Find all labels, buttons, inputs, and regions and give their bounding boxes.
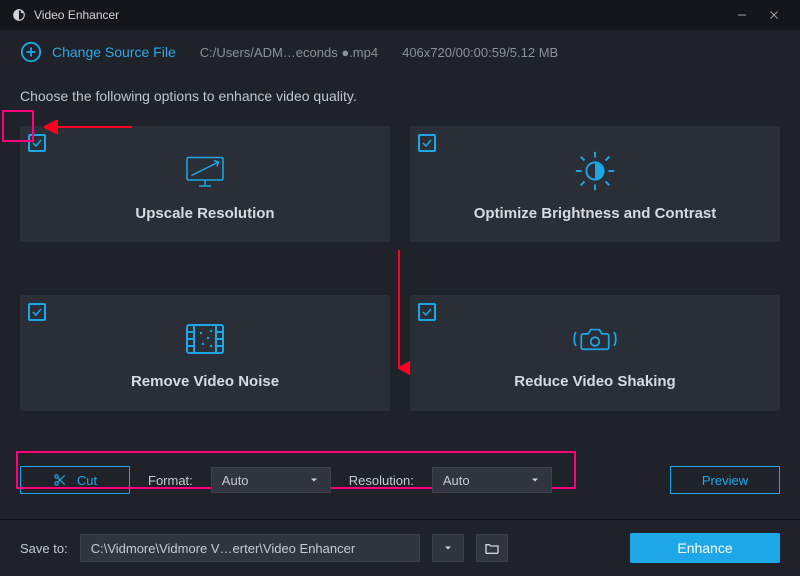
checkbox-brightness[interactable] xyxy=(418,134,436,152)
minimize-button[interactable] xyxy=(726,0,758,30)
monitor-up-icon xyxy=(181,147,229,195)
caret-down-icon xyxy=(308,474,320,486)
preview-label: Preview xyxy=(702,473,748,488)
bottom-bar: Save to: C:\Vidmore\Vidmore V…erter\Vide… xyxy=(0,520,800,576)
format-dropdown[interactable]: Auto xyxy=(211,467,331,493)
option-upscale-resolution[interactable]: Upscale Resolution xyxy=(20,126,390,242)
save-path-value: C:\Vidmore\Vidmore V…erter\Video Enhance… xyxy=(91,541,355,556)
folder-icon xyxy=(484,540,500,556)
option-label: Reduce Video Shaking xyxy=(514,373,675,390)
option-label: Remove Video Noise xyxy=(131,373,279,390)
brightness-icon xyxy=(571,147,619,195)
open-folder-button[interactable] xyxy=(476,534,508,562)
cut-button[interactable]: Cut xyxy=(20,466,130,494)
instruction-text: Choose the following options to enhance … xyxy=(0,74,800,108)
enhance-label: Enhance xyxy=(677,540,732,556)
change-source-button[interactable]: Change Source File xyxy=(20,41,176,63)
enhance-button[interactable]: Enhance xyxy=(630,533,780,563)
close-button[interactable] xyxy=(758,0,790,30)
plus-circle-icon xyxy=(20,41,42,63)
option-reduce-shaking[interactable]: Reduce Video Shaking xyxy=(410,295,780,411)
option-remove-noise[interactable]: Remove Video Noise xyxy=(20,295,390,411)
checkbox-upscale[interactable] xyxy=(28,134,46,152)
save-path-dropdown[interactable] xyxy=(432,534,464,562)
option-label: Upscale Resolution xyxy=(135,205,274,222)
change-source-label: Change Source File xyxy=(52,44,176,60)
header: Change Source File C:/Users/ADM…econds ●… xyxy=(0,30,800,74)
option-label: Optimize Brightness and Contrast xyxy=(474,205,717,222)
checkbox-noise[interactable] xyxy=(28,303,46,321)
save-to-label: Save to: xyxy=(20,541,68,556)
cut-label: Cut xyxy=(77,473,97,488)
resolution-dropdown[interactable]: Auto xyxy=(432,467,552,493)
resolution-value: Auto xyxy=(443,473,470,488)
source-file-path: C:/Users/ADM…econds ●.mp4 xyxy=(200,45,378,60)
options-grid: Upscale Resolution Optimize Brightness a… xyxy=(0,108,800,443)
controls-row: Cut Format: Auto Resolution: Auto Previe… xyxy=(0,443,800,503)
film-noise-icon xyxy=(181,315,229,363)
format-label: Format: xyxy=(148,473,193,488)
annotation-arrow-vertical xyxy=(388,248,410,378)
resolution-label: Resolution: xyxy=(349,473,414,488)
titlebar: Video Enhancer xyxy=(0,0,800,30)
app-icon xyxy=(12,8,26,22)
save-path-field[interactable]: C:\Vidmore\Vidmore V…erter\Video Enhance… xyxy=(80,534,420,562)
scissors-icon xyxy=(53,473,67,487)
camera-shake-icon xyxy=(571,315,619,363)
window-title: Video Enhancer xyxy=(34,8,119,22)
format-value: Auto xyxy=(222,473,249,488)
checkbox-shaking[interactable] xyxy=(418,303,436,321)
preview-button[interactable]: Preview xyxy=(670,466,780,494)
caret-down-icon xyxy=(529,474,541,486)
option-brightness-contrast[interactable]: Optimize Brightness and Contrast xyxy=(410,126,780,242)
source-file-info: 406x720/00:00:59/5.12 MB xyxy=(402,45,558,60)
